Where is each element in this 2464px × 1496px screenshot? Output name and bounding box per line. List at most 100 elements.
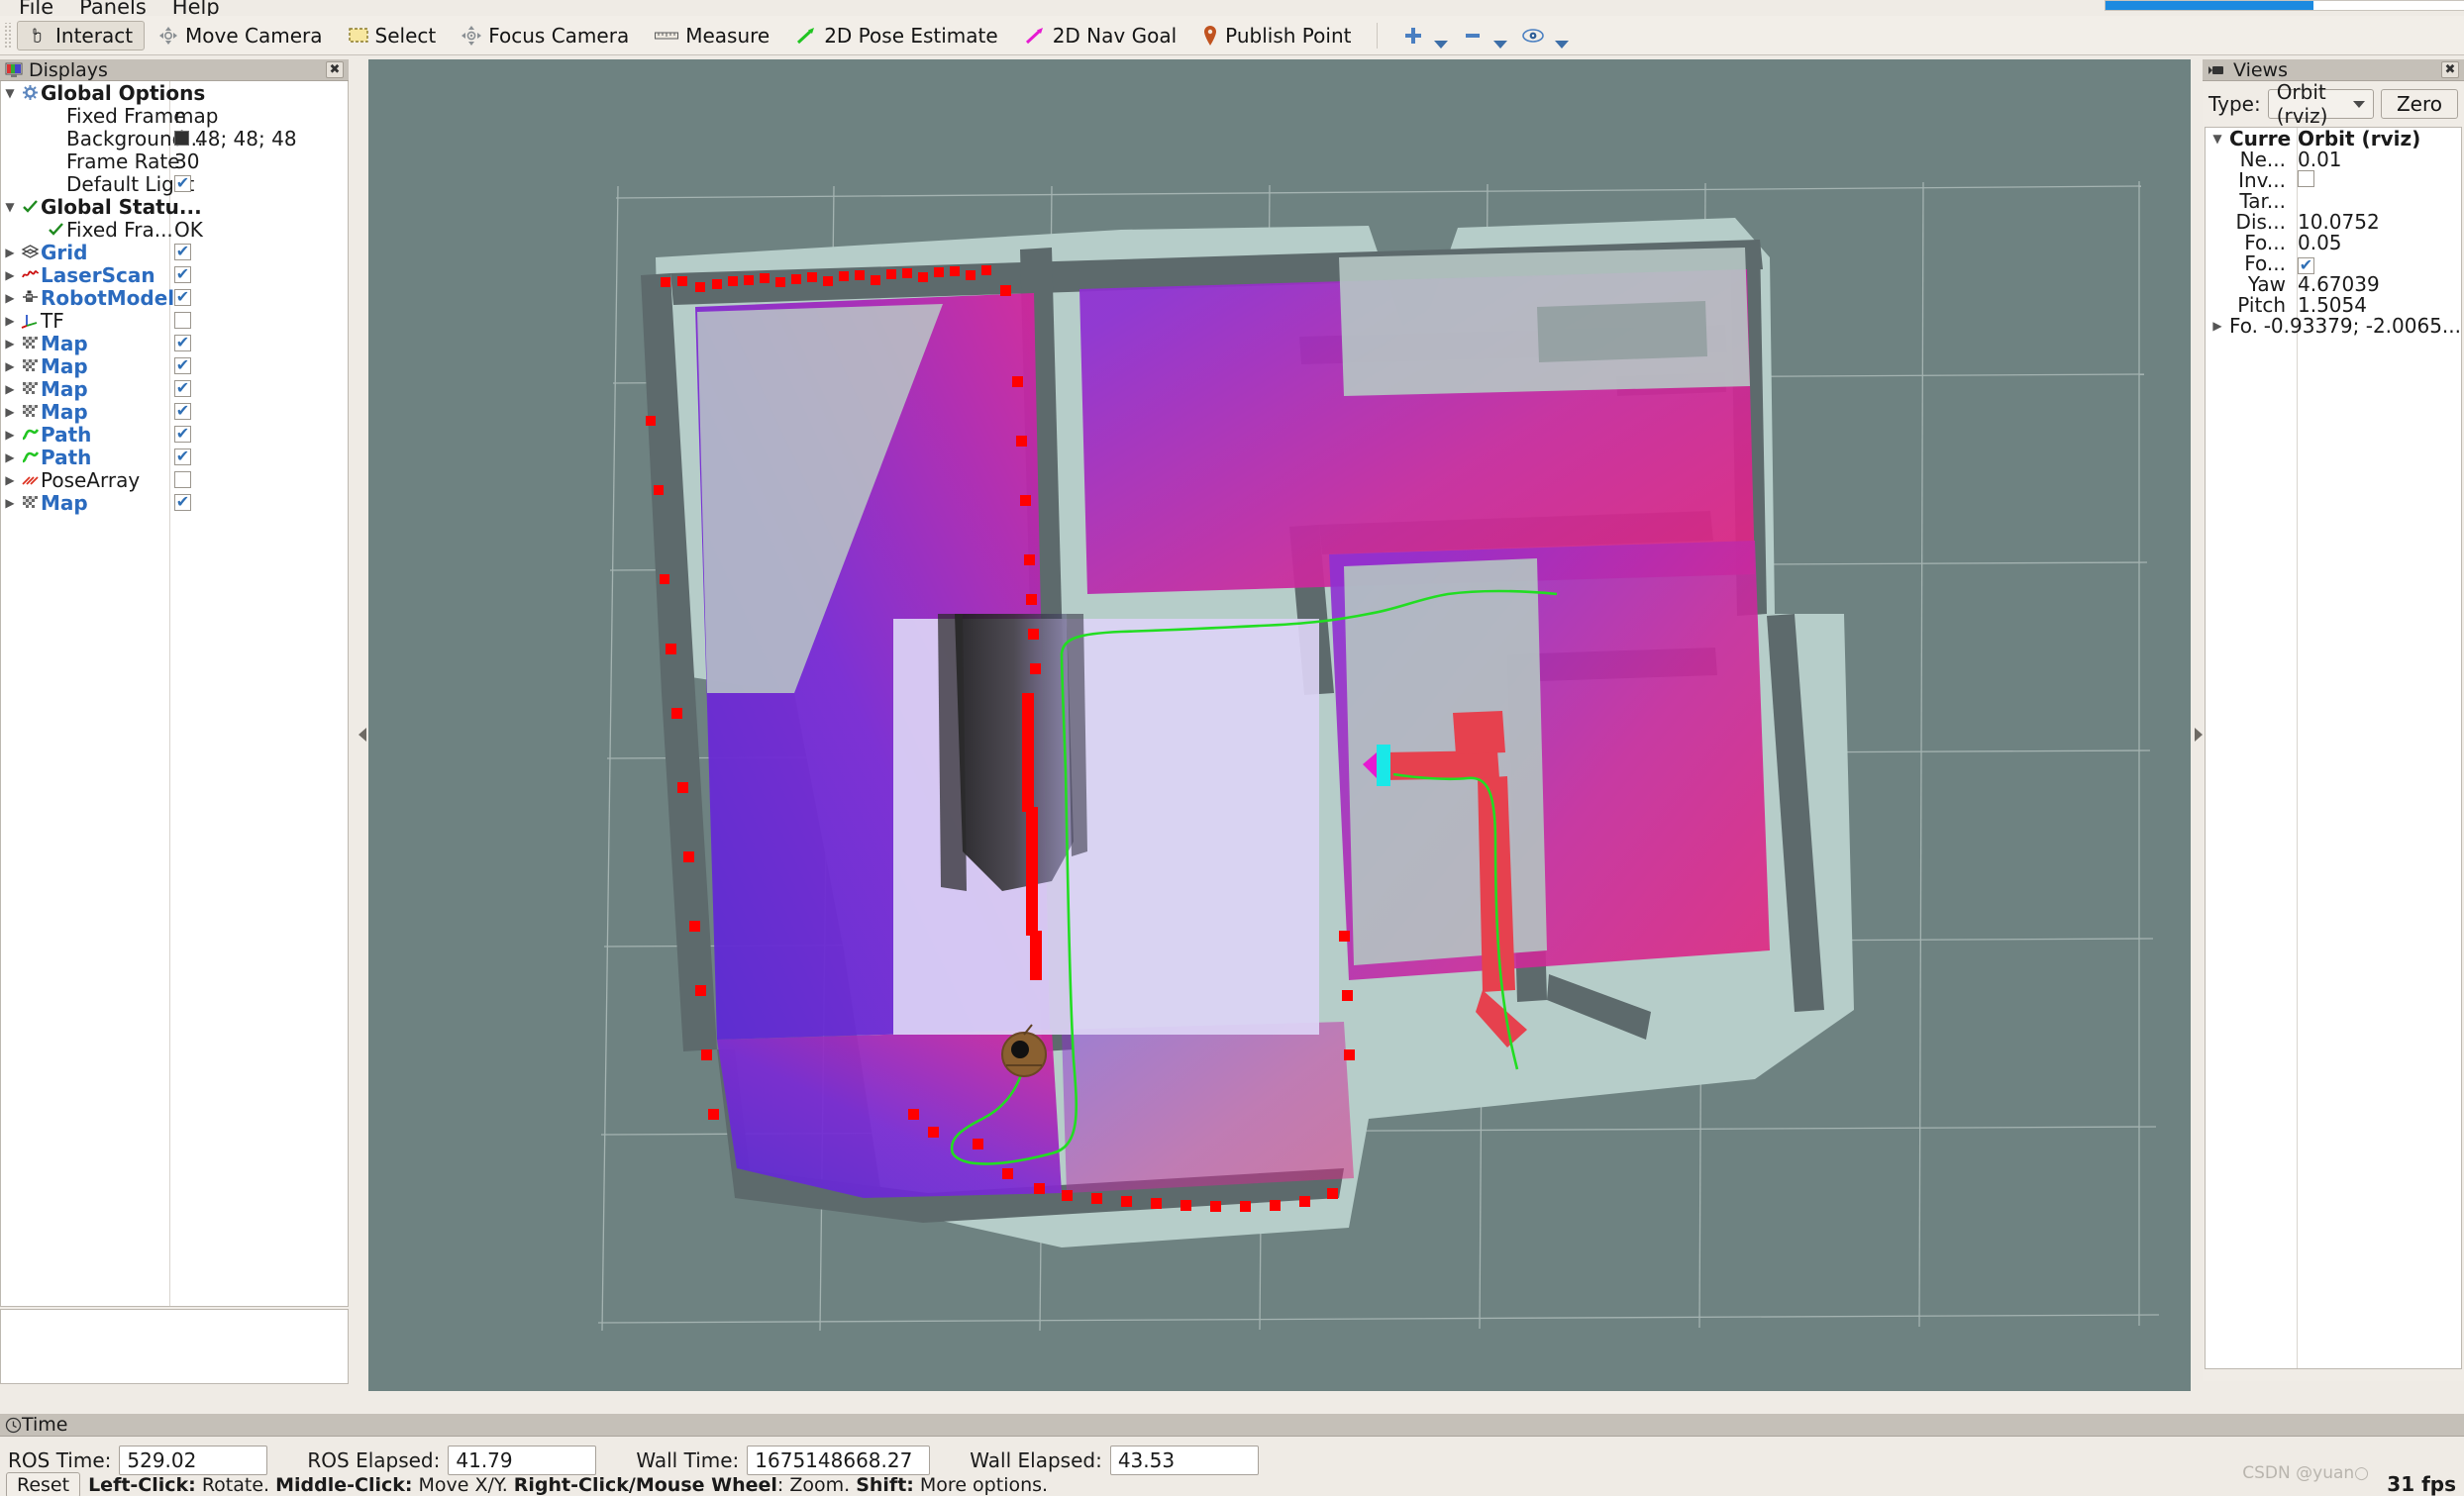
view-tree-row[interactable]: Tar... — [2206, 189, 2461, 213]
view-tree-row[interactable]: Fo... 0.05 — [2206, 231, 2461, 254]
view-tree-row[interactable]: Fo... ✔ — [2206, 251, 2461, 275]
view-tree-row[interactable]: Pitch 1.5054 — [2206, 293, 2461, 317]
display-row-value[interactable]: ✔ — [174, 380, 191, 397]
display-tree-row[interactable]: Background... 48; 48; 48 — [1, 127, 348, 150]
enable-checkbox[interactable]: ✔ — [174, 175, 191, 192]
tool-move-camera[interactable]: Move Camera — [147, 21, 334, 50]
view-tree-row[interactable]: ▶Fo...-0.93379; -2.0065... — [2206, 314, 2461, 338]
display-tree-row[interactable]: ▶ Path ✔ — [1, 446, 348, 469]
view-tree-row[interactable]: ▼Curre...Orbit (rviz) — [2206, 128, 2461, 150]
display-tree-row[interactable]: ▼ Global Statu... — [1, 195, 348, 219]
tool-remove-view[interactable] — [1451, 21, 1494, 50]
enable-checkbox[interactable]: ✔ — [174, 449, 191, 465]
view-tree-row[interactable]: Inv... — [2206, 168, 2461, 192]
display-row-value[interactable] — [174, 471, 191, 488]
close-icon[interactable]: ✖ — [326, 61, 344, 78]
view-row-value[interactable] — [2291, 168, 2314, 192]
enable-checkbox[interactable]: ✔ — [174, 266, 191, 283]
view-tree-row[interactable]: Yaw 4.67039 — [2206, 272, 2461, 296]
chevron-down-icon[interactable] — [1493, 40, 1508, 49]
tool-add-view[interactable] — [1391, 21, 1435, 50]
chevron-right-icon[interactable]: ▶ — [1, 473, 19, 487]
right-splitter[interactable] — [2191, 59, 2203, 1391]
chevron-right-icon[interactable]: ▶ — [1, 382, 19, 396]
view-type-select[interactable]: Orbit (rviz) — [2267, 80, 2374, 128]
view-tree-row[interactable]: Dis... 10.0752 — [2206, 210, 2461, 234]
chevron-down-icon[interactable]: ▼ — [1, 200, 19, 214]
time-field-input[interactable]: 41.79 — [448, 1446, 597, 1475]
time-field-input[interactable]: 529.02 — [119, 1446, 268, 1475]
close-icon[interactable]: ✖ — [2441, 61, 2459, 78]
display-tree-row[interactable]: ▶ PoseArray — [1, 468, 348, 492]
chevron-right-icon[interactable]: ▶ — [2206, 319, 2229, 333]
display-row-value[interactable]: ✔ — [174, 403, 191, 420]
display-row-value[interactable] — [174, 312, 191, 329]
display-row-value[interactable]: ✔ — [174, 357, 191, 374]
views-tree[interactable]: ▼Curre...Orbit (rviz)Ne...0.01Inv...Tar.… — [2205, 127, 2462, 1369]
chevron-down-icon[interactable]: ▼ — [2206, 132, 2229, 146]
time-field-input[interactable]: 1675148668.27 — [747, 1446, 931, 1475]
chevron-right-icon[interactable]: ▶ — [1, 450, 19, 464]
tool-select[interactable]: Select — [337, 21, 449, 50]
enable-checkbox[interactable]: ✔ — [174, 403, 191, 420]
display-row-value[interactable]: ✔ — [174, 289, 191, 306]
tool-visibility[interactable] — [1510, 21, 1556, 50]
chevron-right-icon[interactable]: ▶ — [1, 359, 19, 373]
chevron-right-icon[interactable]: ▶ — [1, 405, 19, 419]
left-splitter[interactable] — [357, 59, 368, 1391]
chevron-right-icon[interactable]: ▶ — [1, 337, 19, 350]
display-tree-row[interactable]: ▶ TF — [1, 309, 348, 333]
display-tree-row[interactable]: ▶ Path ✔ — [1, 423, 348, 447]
display-tree-row[interactable]: ▶ Grid ✔ — [1, 241, 348, 264]
right-splitter-handle-icon[interactable] — [2195, 728, 2203, 742]
displays-tree[interactable]: ▼ Global Options Fixed Frame map Background.… — [0, 81, 349, 1307]
chevron-right-icon[interactable]: ▶ — [1, 246, 19, 259]
enable-checkbox[interactable]: ✔ — [174, 380, 191, 397]
chevron-right-icon[interactable]: ▶ — [1, 314, 19, 328]
view-tree-row[interactable]: Ne... 0.01 — [2206, 148, 2461, 171]
display-row-value[interactable]: ✔ — [174, 426, 191, 443]
display-tree-row[interactable]: Default Light ✔ — [1, 172, 348, 196]
tool-measure[interactable]: Measure — [643, 21, 781, 50]
display-row-value[interactable]: ✔ — [174, 244, 191, 260]
tool-focus-camera[interactable]: Focus Camera — [450, 21, 641, 50]
display-row-value[interactable]: ✔ — [174, 266, 191, 283]
display-tree-row[interactable]: ▶ Map ✔ — [1, 491, 348, 515]
chevron-right-icon[interactable]: ▶ — [1, 268, 19, 282]
display-row-value[interactable]: ✔ — [174, 494, 191, 511]
display-tree-row[interactable]: ▶ RobotModel ✔ — [1, 286, 348, 310]
enable-checkbox[interactable]: ✔ — [174, 426, 191, 443]
enable-checkbox[interactable]: ✔ — [174, 289, 191, 306]
display-tree-row[interactable]: ▶ Map ✔ — [1, 400, 348, 424]
display-tree-row[interactable]: Fixed Fra... OK — [1, 218, 348, 242]
tool-interact[interactable]: Interact — [17, 20, 146, 50]
tool-2d-nav-goal[interactable]: 2D Nav Goal — [1012, 21, 1188, 50]
left-splitter-handle-icon[interactable] — [359, 728, 366, 742]
chevron-right-icon[interactable]: ▶ — [1, 291, 19, 305]
display-tree-row[interactable]: Fixed Frame map — [1, 104, 348, 128]
chevron-down-icon[interactable]: ▼ — [1, 86, 19, 100]
chevron-down-icon[interactable] — [1555, 40, 1570, 49]
display-row-value[interactable]: ✔ — [174, 335, 191, 351]
display-tree-row[interactable]: Frame Rate 30 — [1, 150, 348, 173]
display-tree-row[interactable]: ▼ Global Options — [1, 81, 348, 105]
display-tree-row[interactable]: ▶ LaserScan ✔ — [1, 263, 348, 287]
display-row-value[interactable]: 48; 48; 48 — [174, 127, 297, 150]
enable-checkbox[interactable]: ✔ — [174, 357, 191, 374]
zero-button[interactable]: Zero — [2380, 89, 2458, 119]
enable-checkbox[interactable]: ✔ — [174, 244, 191, 260]
chevron-right-icon[interactable]: ▶ — [1, 428, 19, 442]
chevron-down-icon[interactable] — [1434, 40, 1449, 49]
display-tree-row[interactable]: ▶ Map ✔ — [1, 377, 348, 401]
display-tree-row[interactable]: ▶ Map ✔ — [1, 354, 348, 378]
tool-2d-pose-estimate[interactable]: 2D Pose Estimate — [783, 21, 1010, 50]
display-row-value[interactable]: ✔ — [174, 449, 191, 465]
chevron-right-icon[interactable]: ▶ — [1, 496, 19, 510]
reset-button[interactable]: Reset — [6, 1471, 81, 1496]
time-field-input[interactable]: 43.53 — [1109, 1446, 1259, 1475]
enable-checkbox[interactable] — [174, 312, 191, 329]
display-row-value[interactable]: ✔ — [174, 175, 191, 192]
3d-viewport[interactable] — [368, 59, 2191, 1391]
display-tree-row[interactable]: ▶ Map ✔ — [1, 332, 348, 355]
tool-publish-point[interactable]: Publish Point — [1190, 21, 1363, 50]
